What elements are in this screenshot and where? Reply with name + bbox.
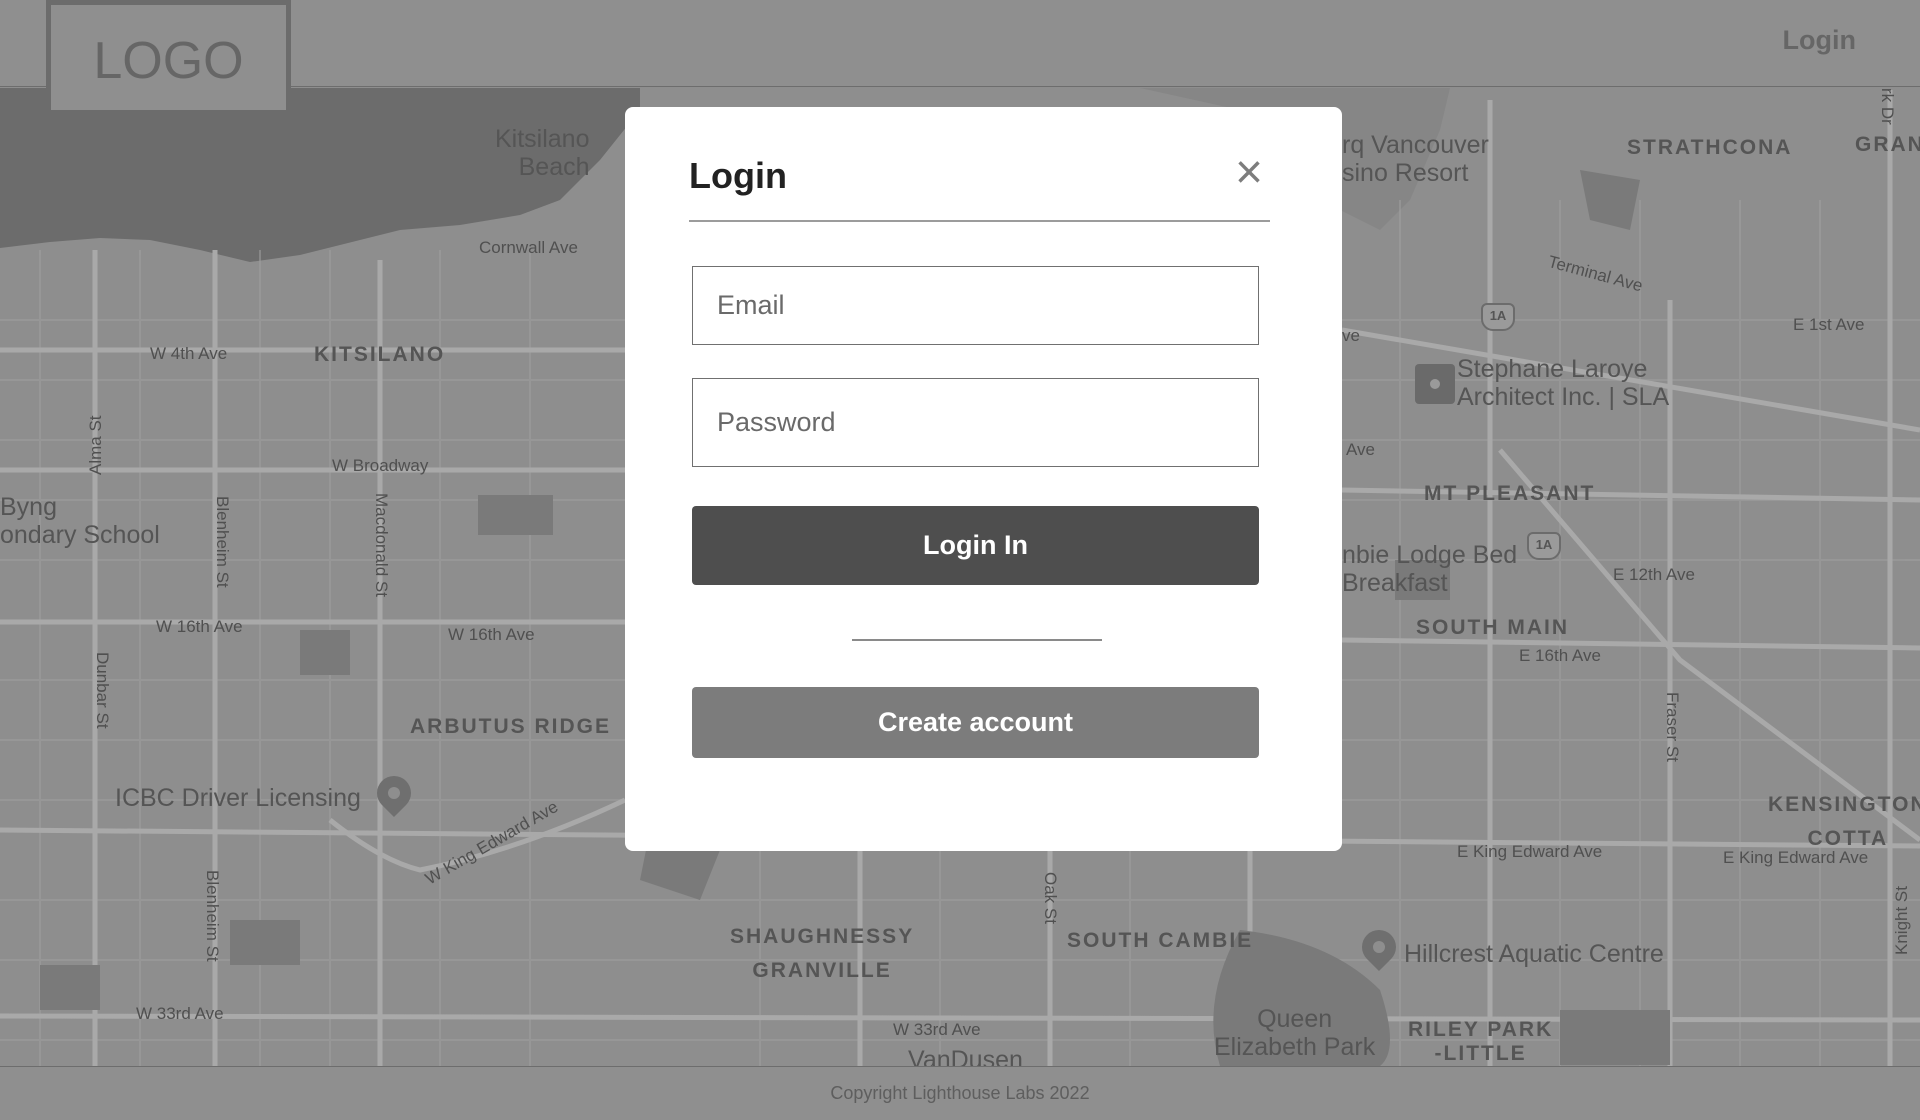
neighborhood-label: STRATHCONA: [1627, 136, 1793, 159]
login-button[interactable]: Login In: [692, 506, 1259, 585]
highway-shield-icon: 1A: [1527, 532, 1561, 560]
street-label: E 1st Ave: [1793, 315, 1865, 334]
street-label: rk Dr: [1878, 88, 1897, 125]
street-label: Oak St: [1041, 872, 1060, 924]
neighborhood-label: SOUTH MAIN: [1416, 616, 1569, 639]
street-label: Alma St: [86, 415, 105, 475]
street-label: Knight St: [1892, 886, 1911, 955]
street-label: W 33rd Ave: [136, 1004, 224, 1023]
street-label: W 4th Ave: [150, 344, 228, 363]
street-label: ve: [1342, 326, 1360, 345]
top-header: LOGO Login: [0, 0, 1920, 115]
map-pin-icon[interactable]: [1415, 364, 1455, 404]
poi-label: rq Vancouver sino Resort: [1342, 131, 1489, 187]
street-label: W 16th Ave: [156, 617, 243, 636]
street-label: E King Edward Ave: [1457, 842, 1603, 861]
modal-title: Login: [689, 155, 787, 196]
street-label: Blenheim St: [213, 496, 232, 588]
poi-label: Kitsilano Beach: [495, 125, 590, 181]
copyright-text: Copyright Lighthouse Labs 2022: [830, 1083, 1090, 1103]
neighborhood-label: SOUTH CAMBIE: [1067, 929, 1254, 952]
highway-shield-icon: 1A: [1481, 303, 1515, 331]
street-label: Macdonald St: [372, 493, 391, 597]
title-divider: [689, 220, 1270, 222]
poi-label: Hillcrest Aquatic Centre: [1404, 940, 1664, 968]
street-label: W 16th Ave: [448, 625, 535, 644]
close-icon[interactable]: ×: [1229, 149, 1269, 197]
poi-label: Byng ondary School: [0, 493, 160, 549]
poi-label: Queen Elizabeth Park: [1214, 1005, 1376, 1061]
street-label: Fraser St: [1663, 692, 1682, 762]
neighborhood-label: SHAUGHNESSY GRANVILLE: [730, 925, 915, 982]
street-label: Blenheim St: [203, 870, 222, 962]
neighborhood-label: RILEY PARK -LITTLE: [1408, 1018, 1554, 1065]
password-field[interactable]: [692, 378, 1259, 467]
footer: Copyright Lighthouse Labs 2022: [0, 1066, 1920, 1120]
neighborhood-label: GRAN: [1855, 133, 1920, 156]
street-label: W 33rd Ave: [893, 1020, 981, 1039]
neighborhood-label: KITSILANO: [314, 343, 446, 366]
poi-label: Stephane Laroye Architect Inc. | SLA: [1457, 355, 1670, 411]
poi-label: nbie Lodge Bed Breakfast: [1342, 541, 1518, 597]
login-modal: Login × Login In Create account: [625, 107, 1342, 851]
street-label: Dunbar St: [93, 652, 112, 729]
logo[interactable]: LOGO: [46, 0, 291, 115]
poi-label: ICBC Driver Licensing: [115, 784, 361, 812]
separator-line: [852, 639, 1102, 641]
nav-login-link[interactable]: Login: [1783, 25, 1856, 56]
street-label: Cornwall Ave: [479, 238, 578, 257]
neighborhood-label: ARBUTUS RIDGE: [410, 715, 612, 738]
neighborhood-label: KENSINGTON COTTA: [1768, 793, 1920, 850]
street-label: Ave: [1346, 440, 1375, 459]
street-label: W Broadway: [332, 456, 429, 475]
email-field[interactable]: [692, 266, 1259, 345]
neighborhood-label: MT PLEASANT: [1424, 482, 1596, 505]
street-label: E 12th Ave: [1613, 565, 1695, 584]
create-account-button[interactable]: Create account: [692, 687, 1259, 758]
street-label: E 16th Ave: [1519, 646, 1601, 665]
